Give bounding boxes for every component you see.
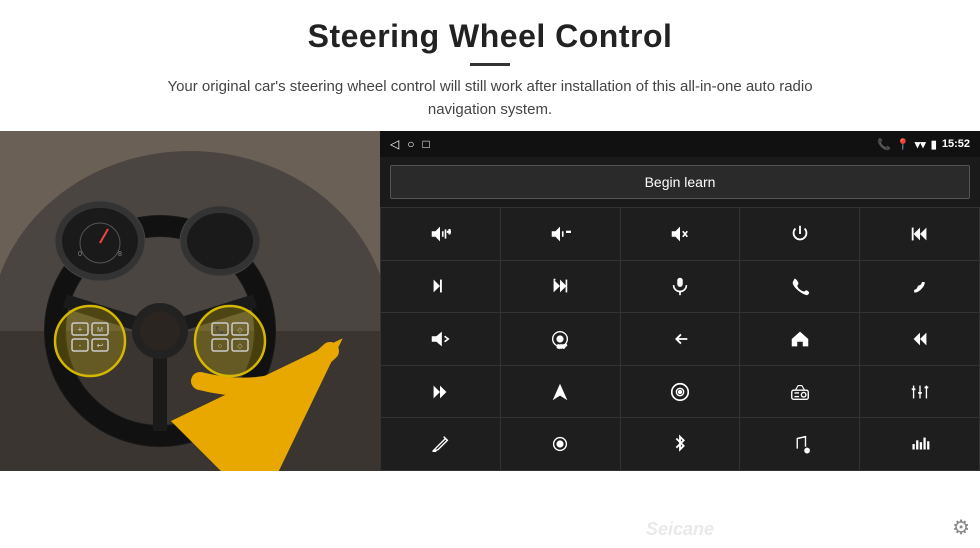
svg-text:↩: ↩: [97, 341, 104, 350]
bars-button[interactable]: [860, 418, 979, 470]
svg-text:M: M: [97, 327, 103, 334]
location-status-icon: 📍: [896, 138, 910, 151]
recent-nav-icon[interactable]: □: [422, 137, 429, 151]
clock: 15:52: [942, 138, 970, 150]
svg-text:+: +: [448, 227, 452, 236]
page-title: Steering Wheel Control: [40, 18, 940, 55]
status-bar: ◁ ○ □ 📞 📍 ▾▾ ▮ 15:52: [380, 131, 980, 157]
back-nav-icon[interactable]: ◁: [390, 137, 399, 151]
svg-text:360°: 360°: [557, 344, 567, 349]
svg-text:◇: ◇: [237, 327, 243, 334]
subtitle: Your original car's steering wheel contr…: [140, 76, 840, 121]
next-button[interactable]: [381, 261, 500, 313]
svg-text:○: ○: [218, 343, 222, 350]
prev-track-button[interactable]: [860, 208, 979, 260]
svg-text:-: -: [79, 341, 82, 350]
page-container: Steering Wheel Control Your original car…: [0, 0, 980, 548]
svg-text:0: 0: [78, 251, 82, 258]
android-screen-wrapper: ◁ ○ □ 📞 📍 ▾▾ ▮ 15:52 Begin learn: [380, 131, 980, 548]
phone-status-icon: 📞: [877, 138, 891, 151]
vol-down-button[interactable]: −: [501, 208, 620, 260]
eq-button[interactable]: [860, 366, 979, 418]
horn-button[interactable]: [381, 313, 500, 365]
svg-text:+: +: [78, 325, 83, 334]
mic-button[interactable]: [621, 261, 740, 313]
controls-grid: + −: [380, 207, 980, 471]
gear-icon[interactable]: ⚙: [952, 515, 970, 540]
home-nav-icon[interactable]: ○: [407, 137, 414, 151]
status-left: ◁ ○ □: [390, 137, 430, 151]
skip-fwd-button[interactable]: [381, 366, 500, 418]
back-button[interactable]: [621, 313, 740, 365]
hang-up-button[interactable]: [860, 261, 979, 313]
svg-text:📞: 📞: [216, 325, 225, 334]
title-divider: [470, 63, 510, 66]
radio-button[interactable]: [740, 366, 859, 418]
wifi-status-icon: ▾▾: [915, 138, 926, 151]
battery-icon: ▮: [931, 138, 937, 151]
fast-forward-button[interactable]: [501, 261, 620, 313]
status-right: 📞 📍 ▾▾ ▮ 15:52: [877, 138, 970, 151]
phone-button[interactable]: [740, 261, 859, 313]
pen-button[interactable]: [381, 418, 500, 470]
content-section: + M - ↩ 📞 ◇ ○ ◇: [0, 131, 980, 548]
settings-knob-button[interactable]: [501, 418, 620, 470]
vol-up-button[interactable]: +: [381, 208, 500, 260]
music-button[interactable]: ⚙: [740, 418, 859, 470]
begin-learn-row: Begin learn: [380, 157, 980, 207]
android-screen: ◁ ○ □ 📞 📍 ▾▾ ▮ 15:52 Begin learn: [380, 131, 980, 471]
svg-text:−: −: [567, 227, 572, 237]
header-section: Steering Wheel Control Your original car…: [0, 0, 980, 131]
home-button[interactable]: [740, 313, 859, 365]
skip-back-button[interactable]: [860, 313, 979, 365]
nav-button[interactable]: [501, 366, 620, 418]
source-button[interactable]: [621, 366, 740, 418]
watermark: Seicane: [646, 519, 714, 540]
svg-text:8: 8: [118, 251, 122, 258]
bluetooth-button[interactable]: [621, 418, 740, 470]
begin-learn-button[interactable]: Begin learn: [390, 165, 970, 199]
steering-wheel-image: + M - ↩ 📞 ◇ ○ ◇: [0, 131, 380, 471]
svg-text:◇: ◇: [237, 343, 243, 350]
mute-button[interactable]: [621, 208, 740, 260]
cam-360-button[interactable]: 360°: [501, 313, 620, 365]
power-button[interactable]: [740, 208, 859, 260]
svg-text:⚙: ⚙: [804, 447, 809, 454]
